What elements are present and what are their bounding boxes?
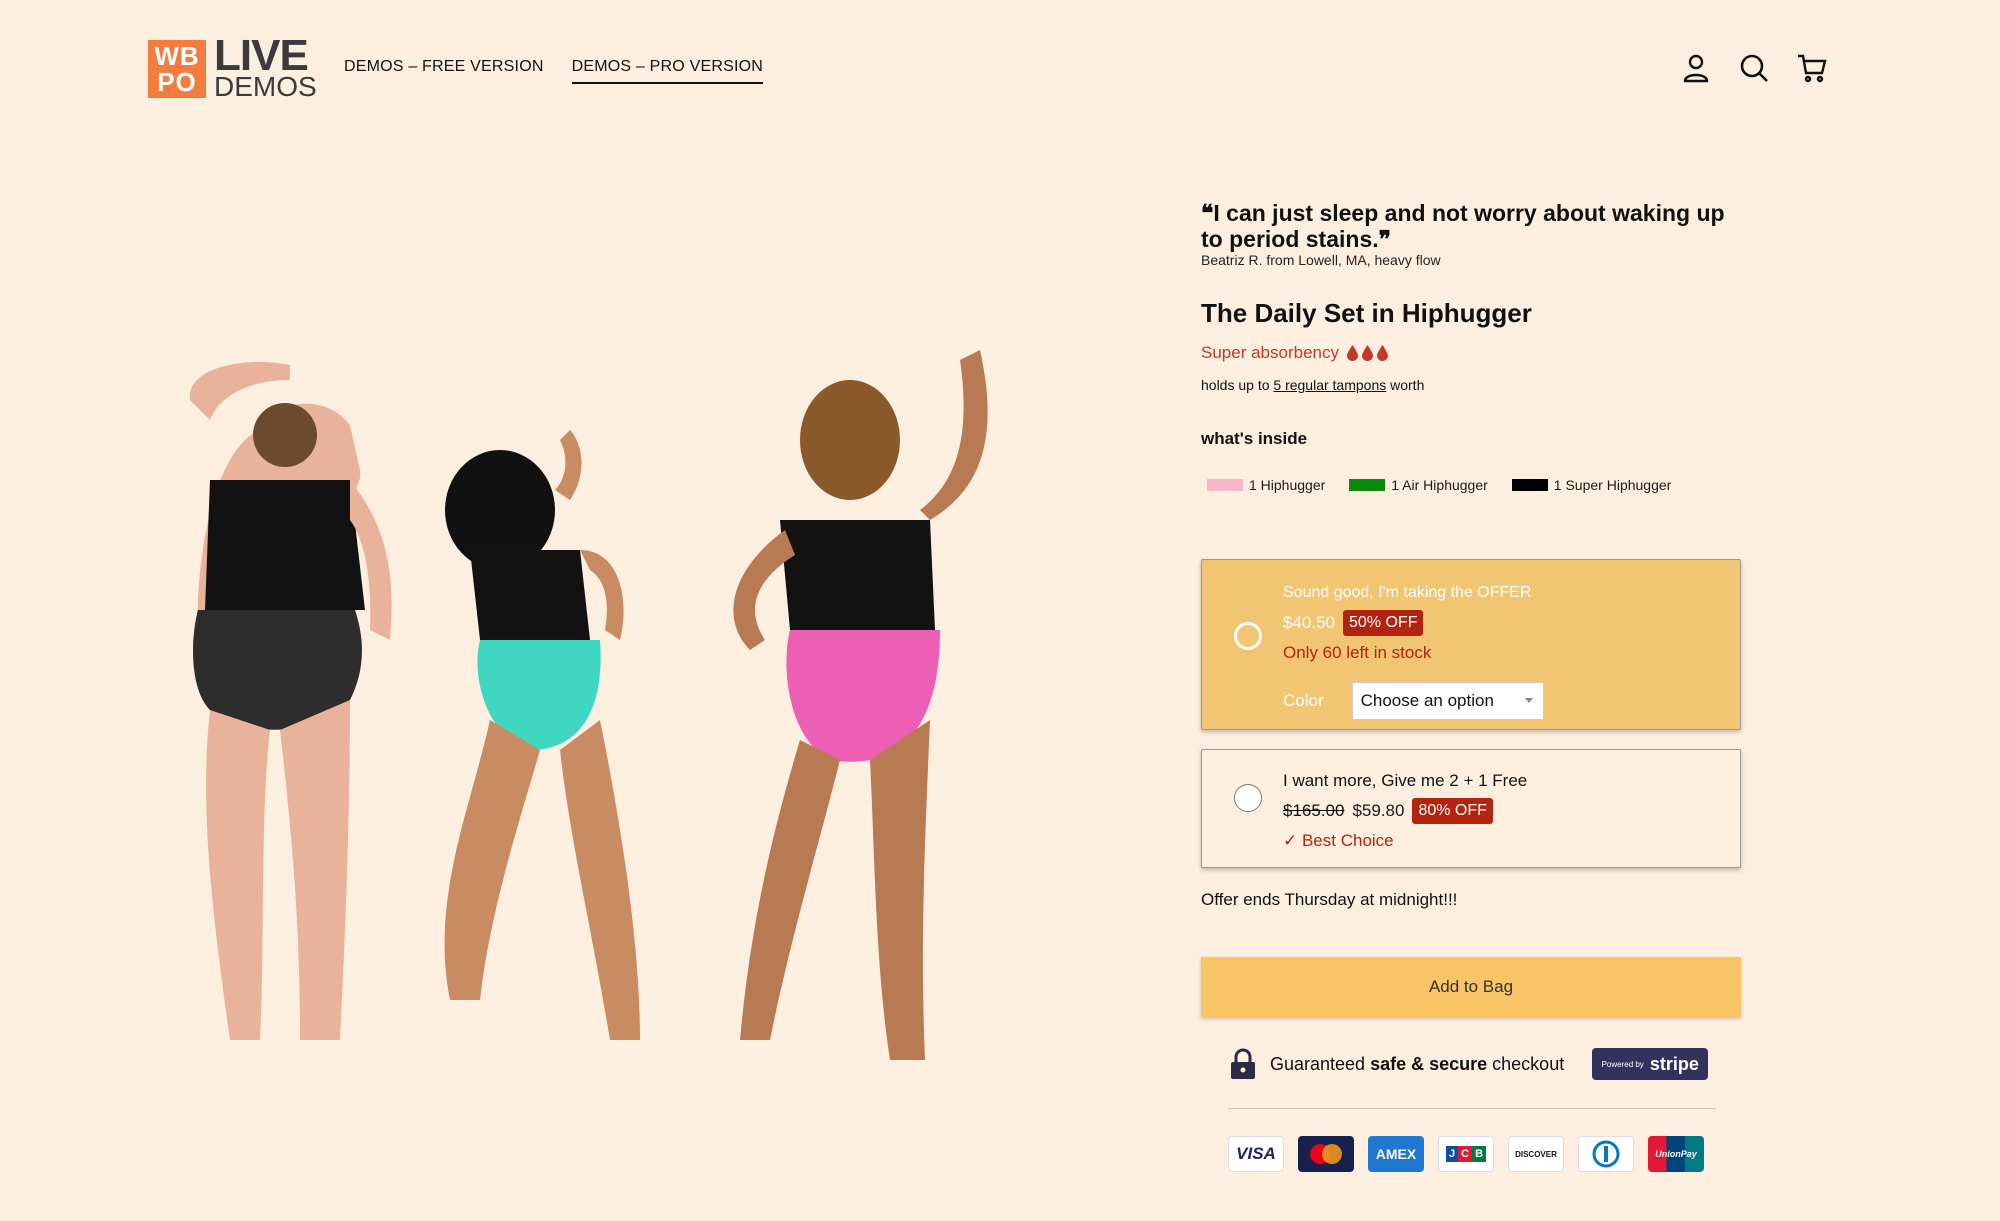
model-figure-right (733, 350, 988, 1060)
offer-price: $40.50 (1283, 613, 1335, 632)
diners-card-icon (1578, 1136, 1634, 1172)
logo-mark-line1: WB (154, 41, 200, 71)
mastercard-circles (1310, 1144, 1342, 1164)
offer-ends-notice: Offer ends Thursday at midnight!!! (1201, 890, 1458, 909)
jcb-j: J (1445, 1146, 1459, 1162)
stock-status: Only 60 left in stock (1283, 643, 1432, 662)
stripe-name: stripe (1649, 1053, 1699, 1074)
nav-demos-pro[interactable]: DEMOS – PRO VERSION (571, 58, 763, 84)
header-icons (1680, 52, 1828, 84)
offer-content: I want more, Give me 2 + 1 Free $165.00 … (1283, 766, 1527, 856)
absorbency-drops (1346, 345, 1388, 361)
amex-card-icon: AMEX (1368, 1136, 1424, 1172)
logo-live: LIVE (214, 31, 309, 80)
testimonial-author: Beatriz R. from Lowell, MA, heavy flow (1201, 252, 1441, 268)
site-header: WB PO LIVE DEMOS DEMOS – FREE VERSION DE… (0, 0, 2000, 140)
holds-suffix: worth (1386, 377, 1425, 393)
main-nav: DEMOS – FREE VERSION DEMOS – PRO VERSION (344, 58, 763, 84)
absorbency-label: Super absorbency (1201, 343, 1339, 362)
chevron-down-icon (1524, 698, 1533, 703)
logo-mark: WB PO (148, 40, 206, 98)
offer-option-single[interactable]: Sound good, I'm taking the OFFER $40.50 … (1201, 559, 1741, 730)
add-to-bag-button[interactable]: Add to Bag (1201, 957, 1741, 1017)
mastercard-icon (1298, 1136, 1354, 1172)
color-swatch-black (1511, 479, 1548, 491)
holds-prefix: holds up to (1201, 377, 1274, 393)
user-icon[interactable] (1680, 52, 1712, 84)
original-price: $165.00 (1283, 801, 1345, 820)
secure-pre: Guaranteed (1270, 1053, 1371, 1074)
best-choice-label: ✓ Best Choice (1283, 831, 1394, 850)
unionpay-card-icon: UnionPay (1648, 1136, 1704, 1172)
jcb-c: C (1458, 1146, 1473, 1162)
color-swatch-green (1349, 479, 1386, 491)
model-figure-left (189, 361, 392, 1040)
search-icon[interactable] (1738, 52, 1770, 84)
holds-capacity: holds up to 5 regular tampons worth (1201, 377, 1741, 393)
model-figure-middle (444, 430, 640, 1040)
stripe-badge: Powered by stripe (1592, 1048, 1709, 1080)
offer-option-bundle[interactable]: I want more, Give me 2 + 1 Free $165.00 … (1201, 749, 1741, 868)
secure-post: checkout (1487, 1053, 1565, 1074)
offer-title: Sound good, I'm taking the OFFER (1283, 584, 1532, 601)
secure-checkout: Guaranteed safe & secure checkout Powere… (1230, 1048, 1714, 1080)
logo-mark-line2: PO (157, 67, 197, 97)
inside-item-label: 1 Hiphugger (1249, 477, 1326, 493)
offer-content: Sound good, I'm taking the OFFER $40.50 … (1283, 578, 1544, 720)
drop-icon (1346, 345, 1358, 361)
inside-item-label: 1 Super Hiphugger (1553, 477, 1672, 493)
inside-item: 1 Hiphugger (1207, 477, 1325, 493)
discount-badge: 50% OFF (1343, 610, 1424, 636)
color-label: Color (1283, 691, 1324, 710)
drop-icon (1376, 345, 1388, 361)
stripe-powered-by: Powered by (1601, 1059, 1644, 1069)
offer-radio-single[interactable] (1234, 622, 1262, 650)
product-details: ❝I can just sleep and not worry about wa… (1201, 200, 1741, 493)
tampons-link[interactable]: 5 regular tampons (1273, 377, 1386, 393)
jcb-b: B (1472, 1146, 1487, 1162)
diners-logo (1592, 1140, 1620, 1168)
inside-item-label: 1 Air Hiphugger (1391, 477, 1488, 493)
offer-price-row: $165.00 $59.80 80% OFF (1283, 796, 1527, 826)
logo-demos: DEMOS (214, 71, 317, 102)
secure-checkout-text: Guaranteed safe & secure checkout (1270, 1054, 1564, 1075)
absorbency-rating: Super absorbency (1201, 343, 1741, 363)
color-swatch-pink (1207, 479, 1243, 491)
product-title: The Daily Set in Hiphugger (1201, 298, 1532, 328)
offer-title: I want more, Give me 2 + 1 Free (1283, 771, 1528, 790)
color-select-value: Choose an option (1360, 691, 1494, 710)
payment-methods: VISA AMEX JCB DISCOVER UnionPay (1228, 1136, 1704, 1172)
drop-icon (1361, 345, 1373, 361)
divider (1228, 1108, 1716, 1109)
nav-demos-free[interactable]: DEMOS – FREE VERSION (344, 58, 544, 84)
secure-bold: safe & secure (1370, 1053, 1488, 1074)
offer-radio-bundle[interactable] (1234, 784, 1262, 812)
discover-card-icon: DISCOVER (1508, 1136, 1564, 1172)
product-image (189, 350, 988, 1060)
inside-item: 1 Super Hiphugger (1511, 477, 1672, 493)
logo-wordmark: LIVE DEMOS (214, 31, 317, 102)
testimonial-quote: ❝I can just sleep and not worry about wa… (1201, 200, 1725, 252)
whats-inside-title: what's inside (1201, 429, 1308, 448)
lock-icon (1231, 1048, 1255, 1079)
offer-price: $59.80 (1352, 801, 1405, 820)
inside-item: 1 Air Hiphugger (1349, 477, 1488, 493)
logo[interactable]: WB PO LIVE DEMOS (148, 31, 317, 102)
color-selector-row: Color Choose an option (1283, 682, 1544, 720)
jcb-card-icon: JCB (1438, 1136, 1494, 1172)
whats-inside-list: 1 Hiphugger 1 Air Hiphugger 1 Super Hiph… (1201, 477, 1741, 493)
color-select[interactable]: Choose an option (1351, 682, 1544, 720)
offer-price-row: $40.50 50% OFF (1283, 608, 1544, 638)
visa-card-icon: VISA (1228, 1136, 1284, 1172)
cart-icon[interactable] (1796, 52, 1828, 84)
discount-badge: 80% OFF (1412, 798, 1493, 824)
